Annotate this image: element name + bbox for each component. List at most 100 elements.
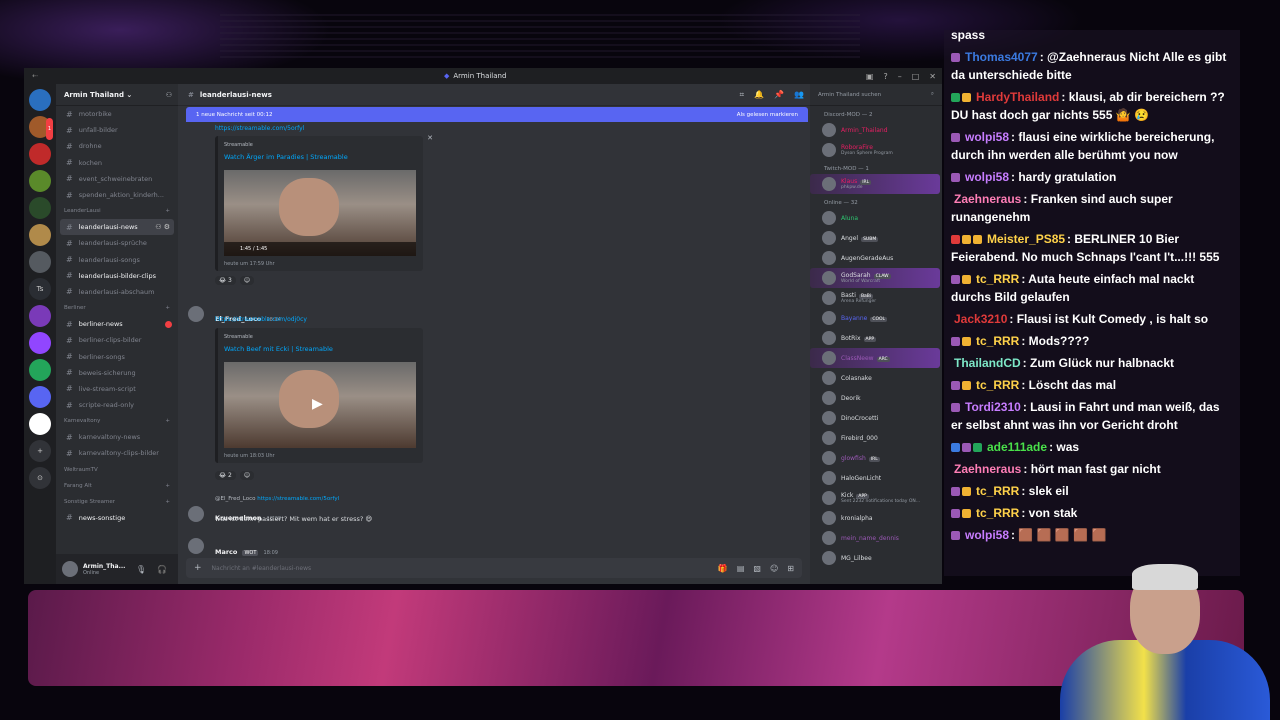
help-icon[interactable]: ? — [883, 72, 887, 81]
close-embed-icon[interactable]: ✕ — [427, 134, 433, 142]
video-player[interactable]: ▶ — [224, 362, 416, 448]
server-icon[interactable] — [29, 251, 51, 273]
server-icon[interactable] — [29, 170, 51, 192]
member-item[interactable]: Angel SUBM — [810, 228, 942, 248]
channel-item[interactable]: # leanderlausi-news ⚇ ⚙ — [60, 219, 174, 236]
reaction-laugh[interactable]: 😂 2 — [215, 471, 236, 480]
close-button[interactable]: ✕ — [929, 72, 936, 81]
play-icon[interactable]: ▶ — [312, 396, 323, 412]
channel-item[interactable]: # scripte-read-only — [56, 397, 178, 413]
category-weltraumtv[interactable]: WeltraumTV — [56, 462, 178, 478]
member-item[interactable]: Aluna — [810, 208, 942, 228]
channel-item[interactable]: # drohne — [56, 138, 178, 154]
member-item[interactable]: AugenGeradeAus — [810, 248, 942, 268]
channel-item[interactable]: # karnevaltony-news — [56, 429, 178, 445]
member-item[interactable]: MG_Lilbee — [810, 548, 942, 568]
member-item[interactable]: Armin_Thailand — [810, 120, 942, 140]
new-messages-bar[interactable]: 1 neue Nachricht seit 00:12 Als gelesen … — [186, 107, 808, 122]
member-item[interactable]: Kick APP Sent 2232 notifications today ON.… — [810, 488, 942, 508]
member-item[interactable]: Bayanne COOL — [810, 308, 942, 328]
inbox-icon[interactable]: ▣ — [866, 72, 874, 81]
channel-settings-icon[interactable]: ⚇ ⚙ — [155, 223, 170, 231]
member-item[interactable]: Colasnake — [810, 368, 942, 388]
channel-item[interactable]: # beweis-sicherung — [56, 365, 178, 381]
gif-icon[interactable]: ▤ — [737, 564, 745, 573]
member-item[interactable]: BotRix APP — [810, 328, 942, 348]
embed-title[interactable]: Watch Ärger im Paradies | Streamable — [224, 153, 348, 161]
member-item[interactable]: glowfish IRL — [810, 448, 942, 468]
channel-item[interactable]: # leanderlausi-abschaum — [56, 284, 178, 300]
reply-preview[interactable]: @El_Fred_Loco https://streamable.com/5or… — [215, 496, 339, 502]
channel-item[interactable]: # berliner-news — [56, 316, 178, 332]
message-link[interactable]: https://streamable.com/odj0cy — [215, 316, 307, 323]
message-link[interactable]: https://streamable.com/5orfyl — [215, 125, 304, 132]
member-item[interactable]: Firebird_000 — [810, 428, 942, 448]
pin-icon[interactable]: 📌 — [774, 90, 784, 100]
add-reaction-icon[interactable]: ☺ — [239, 471, 255, 480]
channel-item[interactable]: # news-sonstige — [56, 510, 178, 526]
category-karnevaltony[interactable]: Karnevaltony + — [56, 413, 178, 429]
server-icon[interactable] — [29, 359, 51, 381]
member-item[interactable]: Klaus IRL phkpw.de — [810, 174, 940, 194]
server-icon[interactable] — [29, 143, 51, 165]
member-item[interactable]: HaloGenLicht — [810, 468, 942, 488]
category-farang-alt[interactable]: Farang Alt + — [56, 478, 178, 494]
channel-item[interactable]: # karnevaltony-clips-bilder — [56, 445, 178, 461]
message-author[interactable]: Marco — [215, 548, 237, 556]
channel-item[interactable]: # leanderlausi-songs — [56, 252, 178, 268]
back-arrow-icon[interactable]: ⇠ — [24, 72, 46, 80]
search-input[interactable]: Armin Thailand suchen ⌕ — [810, 84, 942, 106]
gift-icon[interactable]: 🎁 — [718, 564, 728, 573]
member-item[interactable]: ClassNeew ARC — [810, 348, 940, 368]
server-icon[interactable]: ⊙ — [29, 467, 51, 489]
channel-item[interactable]: # motorbike — [56, 106, 178, 122]
channel-item[interactable]: # berliner-clips-bilder — [56, 332, 178, 348]
embed-title[interactable]: Watch Beef mit Ecki | Streamable — [224, 345, 333, 353]
server-icon[interactable] — [29, 413, 51, 435]
server-icon[interactable] — [29, 305, 51, 327]
channel-item[interactable]: # event_schweinebraten — [56, 171, 178, 187]
server-icon[interactable] — [29, 89, 51, 111]
guild-header[interactable]: Armin Thailand ⌄ ⚇ — [56, 84, 178, 106]
bell-icon[interactable]: 🔔 — [754, 90, 764, 100]
sticker-icon[interactable]: ▧ — [753, 564, 761, 573]
add-attachment-icon[interactable]: + — [194, 563, 202, 573]
threads-icon[interactable]: ⌗ — [740, 90, 745, 100]
apps-icon[interactable]: ⊞ — [787, 564, 794, 573]
channel-item[interactable]: # berliner-songs — [56, 348, 178, 364]
headphones-icon[interactable]: 🎧 — [157, 565, 167, 574]
server-icon[interactable]: + — [29, 440, 51, 462]
minimize-button[interactable]: – — [898, 72, 902, 81]
member-item[interactable]: GodSarah CLAW World of Warcraft — [810, 268, 940, 288]
members-icon[interactable]: 👥 — [794, 90, 804, 100]
avatar[interactable] — [188, 306, 204, 322]
avatar[interactable] — [188, 506, 204, 522]
reaction-laugh[interactable]: 😂 3 — [215, 276, 236, 285]
channel-item[interactable]: # live-stream-script — [56, 381, 178, 397]
avatar[interactable] — [62, 561, 78, 577]
microphone-icon[interactable]: 🎙 — [136, 565, 146, 574]
server-icon[interactable] — [29, 197, 51, 219]
member-item[interactable]: Deorik — [810, 388, 942, 408]
maximize-button[interactable]: □ — [912, 72, 920, 81]
channel-item[interactable]: # leanderlausi-bilder-clips — [56, 268, 178, 284]
member-item[interactable]: mein_name_dennis — [810, 528, 942, 548]
category-berliner[interactable]: Berliner + — [56, 300, 178, 316]
channel-item[interactable]: # kochen — [56, 155, 178, 171]
server-icon[interactable] — [29, 386, 51, 408]
channel-item[interactable]: # spenden_aktion_kinderh... — [56, 187, 178, 203]
add-member-icon[interactable]: ⚇ — [166, 91, 172, 99]
member-item[interactable]: Basti BaBi Arena Refunger — [810, 288, 942, 308]
member-item[interactable]: kronialpha — [810, 508, 942, 528]
mark-read-button[interactable]: Als gelesen markieren — [737, 112, 798, 118]
server-icon[interactable]: 1 — [29, 116, 53, 140]
server-icon[interactable]: Ts — [29, 278, 51, 300]
message-input[interactable]: + Nachricht an #leanderlausi-news 🎁 ▤ ▧ … — [186, 558, 802, 578]
member-item[interactable]: DinoCrocetti — [810, 408, 942, 428]
category-sonstige[interactable]: Sonstige Streamer + — [56, 494, 178, 510]
channel-item[interactable]: # leanderlausi-sprüche — [56, 235, 178, 251]
video-player[interactable]: 1:45 / 1:45 — [224, 170, 416, 256]
member-item[interactable]: RoboraFire Dyson Sphere Program — [810, 140, 942, 160]
add-reaction-icon[interactable]: ☺ — [239, 276, 255, 285]
category-leanderlausi[interactable]: LeanderLausi + — [56, 203, 178, 219]
